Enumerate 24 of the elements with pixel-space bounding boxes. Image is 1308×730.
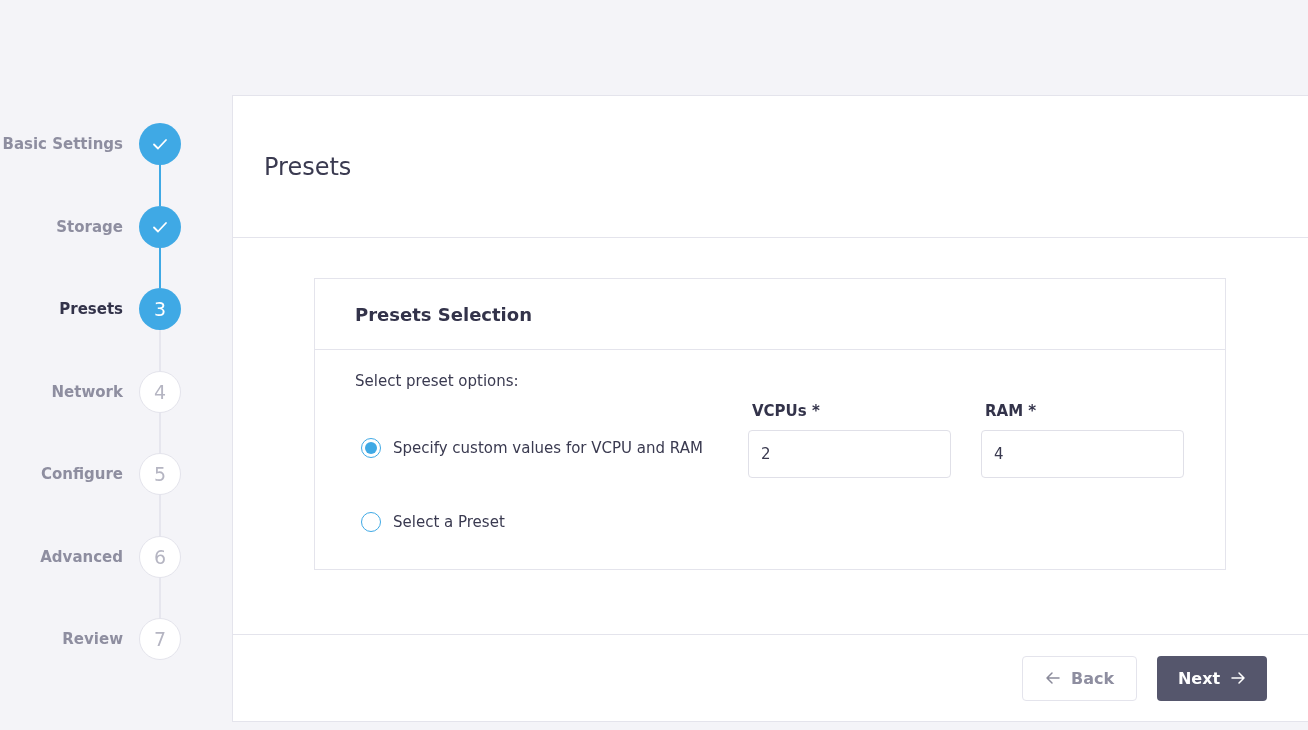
radio-option[interactable]: Specify custom values for VCPU and RAM bbox=[355, 438, 748, 458]
page-title: Presets bbox=[264, 152, 352, 181]
prompt-text: Select preset options: bbox=[355, 372, 520, 390]
arrow-right-icon bbox=[1230, 670, 1247, 686]
step-number: 5 bbox=[153, 463, 167, 486]
input-field[interactable]: 2 bbox=[748, 430, 951, 478]
step-label: Network bbox=[51, 382, 123, 401]
step-number: 3 bbox=[153, 298, 167, 321]
next-button[interactable]: Next bbox=[1157, 655, 1267, 701]
step-label: Configure bbox=[40, 465, 123, 484]
step-number: 4 bbox=[153, 380, 167, 403]
step-number: 7 bbox=[153, 628, 167, 651]
field-label: RAM * bbox=[984, 402, 1038, 420]
step-label: Advanced bbox=[40, 547, 123, 566]
step-label: Presets bbox=[59, 300, 123, 319]
step-number: 6 bbox=[153, 545, 167, 568]
input-field[interactable]: 4 bbox=[981, 430, 1184, 478]
step-label: Storage bbox=[56, 217, 123, 236]
radio-option[interactable]: Select a Preset bbox=[355, 498, 748, 546]
step-label: Review bbox=[62, 630, 123, 649]
field-label: VCPUs * bbox=[751, 402, 821, 420]
step-label: Basic Settings bbox=[2, 135, 123, 154]
section-title: Presets Selection bbox=[355, 303, 532, 325]
arrow-left-icon bbox=[1044, 670, 1061, 686]
